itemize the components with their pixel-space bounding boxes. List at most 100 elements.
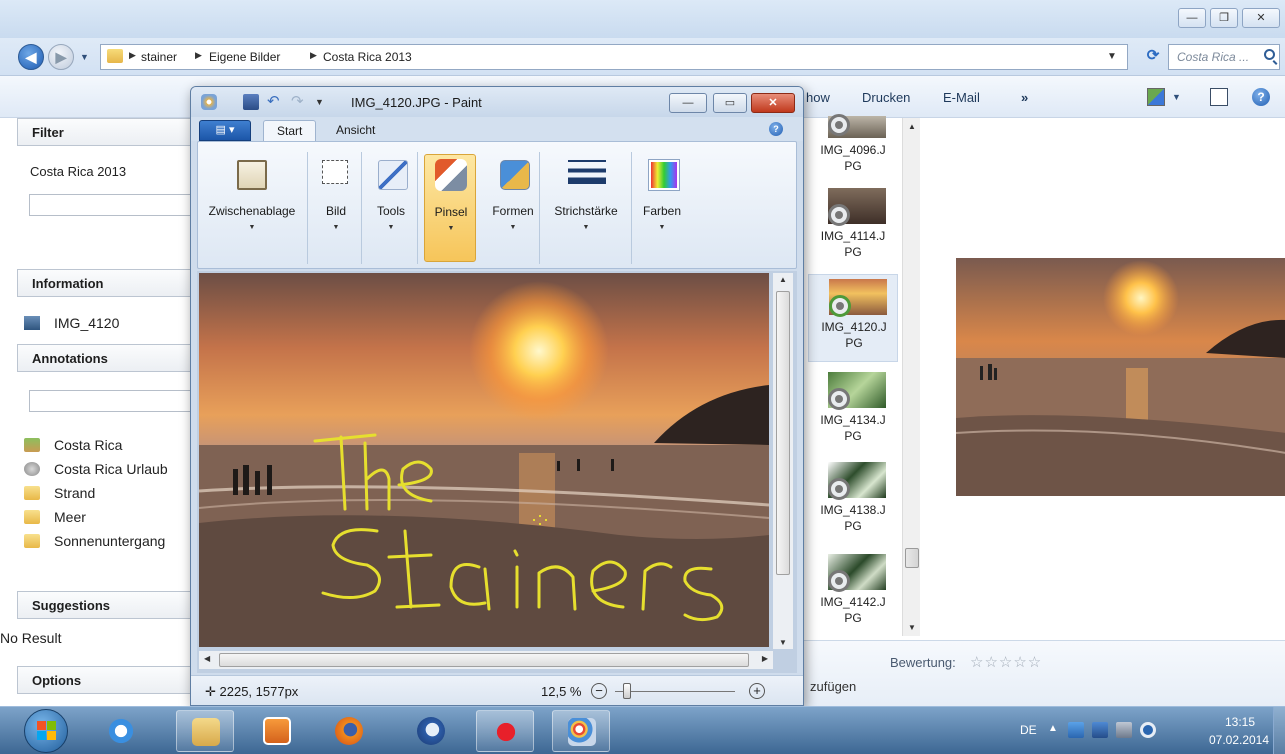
clipboard-button[interactable]: Zwischenablage ▼ (200, 154, 304, 262)
back-button[interactable]: ◀ (18, 44, 44, 70)
tab-ansicht[interactable]: Ansicht (323, 120, 388, 141)
canvas-horizontal-scrollbar[interactable]: ◀ ▶ (199, 651, 773, 669)
breadcrumb-eigene-bilder[interactable]: Eigene Bilder (209, 50, 280, 64)
filter-input[interactable] (29, 194, 198, 216)
refresh-icon[interactable]: ⟳ (1140, 44, 1166, 70)
file-item-img-4134[interactable]: IMG_4134.J PG (808, 368, 898, 456)
maximize-button[interactable]: ❐ (1210, 8, 1238, 28)
colors-button[interactable]: Farben ▼ (638, 154, 686, 262)
tab-start[interactable]: Start (263, 120, 317, 141)
forward-button[interactable]: ▶ (48, 44, 74, 70)
taskbar-red-splat-app[interactable] (476, 710, 534, 752)
filter-header[interactable]: Filter (17, 118, 198, 146)
print-button[interactable]: Drucken (862, 90, 910, 105)
display-icon[interactable] (1092, 722, 1108, 738)
scroll-right-icon[interactable]: ▶ (762, 654, 768, 663)
paint-file-menu-button[interactable]: ▤ ▾ (199, 120, 251, 141)
tag-costa-rica-urlaub[interactable]: Costa Rica Urlaub (24, 460, 194, 480)
taskbar-media-player[interactable] (248, 710, 306, 752)
file-item-img-4138[interactable]: IMG_4138.J PG (808, 458, 898, 546)
speaker-icon[interactable] (1116, 722, 1132, 738)
clock-date[interactable]: 07.02.2014 (1204, 733, 1274, 747)
help-icon[interactable]: ? (1252, 88, 1270, 106)
file-item-img-4114[interactable]: IMG_4114.J PG (808, 184, 898, 272)
zoom-slider-track[interactable] (615, 691, 735, 692)
address-field[interactable]: ▶ stainer ▶ Eigene Bilder ▶ Costa Rica 2… (100, 44, 1128, 70)
zoom-slider-thumb[interactable] (623, 683, 631, 699)
customize-toolbar-icon[interactable]: ▼ (315, 94, 331, 110)
tools-button[interactable]: Tools ▼ (368, 154, 414, 262)
tag-strand[interactable]: Strand (24, 484, 194, 504)
annotations-header[interactable]: Annotations (17, 344, 198, 372)
scroll-up-icon[interactable]: ▲ (908, 122, 916, 131)
zoom-in-button[interactable]: + (749, 683, 765, 699)
suggestions-header[interactable]: Suggestions (17, 591, 198, 619)
zoom-out-button[interactable]: − (591, 683, 607, 699)
sync-tray-icon[interactable] (1140, 722, 1156, 738)
taskbar-firefox[interactable] (320, 710, 378, 752)
close-button[interactable]: ✕ (1242, 8, 1280, 28)
canvas-vertical-scrollbar[interactable]: ▲ ▼ (773, 273, 793, 649)
brushes-button[interactable]: Pinsel ▼ (424, 154, 476, 262)
network-icon[interactable] (1068, 722, 1084, 738)
paint-close-button[interactable]: ✕ (751, 93, 795, 113)
scrollbar-thumb[interactable] (219, 653, 749, 667)
paint-maximize-button[interactable]: ▭ (713, 93, 747, 113)
tag-label: Sonnenuntergang (54, 533, 166, 549)
taskbar-internet-explorer[interactable] (92, 710, 150, 752)
shapes-button[interactable]: Formen ▼ (490, 154, 536, 262)
show-desktop-button[interactable] (1273, 707, 1285, 754)
minimize-button[interactable]: — (1178, 8, 1206, 28)
breadcrumb-stainer[interactable]: stainer (141, 50, 177, 64)
show-hidden-icons-icon[interactable]: ▲ (1048, 723, 1058, 734)
paint-app-icon[interactable] (201, 94, 217, 110)
paint-canvas[interactable] (199, 273, 769, 647)
preview-pane-icon[interactable] (1210, 88, 1228, 106)
paint-title-bar[interactable]: ↶ ↷ ▼ IMG_4120.JPG - Paint — ▭ ✕ (191, 87, 803, 117)
save-icon[interactable] (243, 94, 259, 110)
scrollbar-thumb[interactable] (776, 291, 790, 575)
breadcrumb-separator-icon[interactable]: ▶ (129, 50, 136, 61)
undo-icon[interactable]: ↶ (267, 94, 283, 110)
paint-help-icon[interactable]: ? (769, 122, 783, 136)
information-item[interactable]: IMG_4120 (24, 314, 194, 334)
tag-sonnenuntergang[interactable]: Sonnenuntergang (24, 532, 198, 552)
information-header[interactable]: Information (17, 269, 198, 297)
clock-time[interactable]: 13:15 (1212, 715, 1268, 729)
taskbar-windows-explorer[interactable] (176, 710, 234, 752)
scrollbar-thumb[interactable] (905, 548, 919, 568)
line-width-button[interactable]: Strichstärke ▼ (542, 154, 630, 262)
file-item-img-4142[interactable]: IMG_4142.J PG (808, 550, 898, 638)
breadcrumb-separator-icon[interactable]: ▶ (310, 50, 317, 61)
redo-icon[interactable]: ↷ (291, 94, 307, 110)
view-dropdown-icon[interactable]: ▼ (1172, 92, 1181, 102)
scroll-up-icon[interactable]: ▲ (779, 275, 787, 284)
taskbar-thunderbird[interactable] (402, 710, 460, 752)
change-view-icon[interactable] (1147, 88, 1165, 106)
address-dropdown-icon[interactable]: ▼ (1107, 51, 1117, 62)
search-icon[interactable] (1264, 49, 1275, 60)
history-dropdown-icon[interactable]: ▼ (80, 52, 89, 62)
scroll-down-icon[interactable]: ▼ (908, 623, 916, 632)
add-tag-link[interactable]: zufügen (810, 679, 856, 694)
slideshow-button[interactable]: how (806, 90, 830, 105)
language-indicator[interactable]: DE (1020, 723, 1037, 737)
tag-meer[interactable]: Meer (24, 508, 194, 528)
breadcrumb-separator-icon[interactable]: ▶ (195, 50, 202, 61)
scroll-down-icon[interactable]: ▼ (779, 638, 787, 647)
image-button[interactable]: Bild ▼ (314, 154, 358, 262)
more-options-button[interactable]: » (1021, 90, 1028, 105)
search-input[interactable]: Costa Rica ... (1168, 44, 1280, 70)
file-item-img-4120[interactable]: IMG_4120.J PG (808, 274, 898, 362)
email-button[interactable]: E-Mail (943, 90, 980, 105)
start-button[interactable] (24, 709, 68, 753)
taskbar-paint[interactable] (552, 710, 610, 752)
rating-stars[interactable]: ☆☆☆☆☆ (970, 653, 1042, 671)
options-header[interactable]: Options (17, 666, 198, 694)
file-list-scrollbar[interactable]: ▲ ▼ (902, 118, 920, 636)
scroll-left-icon[interactable]: ◀ (204, 654, 210, 663)
paint-minimize-button[interactable]: — (669, 93, 707, 113)
annotation-input[interactable] (29, 390, 198, 412)
breadcrumb-costa-rica-2013[interactable]: Costa Rica 2013 (323, 50, 412, 64)
tag-costa-rica[interactable]: Costa Rica (24, 436, 194, 456)
